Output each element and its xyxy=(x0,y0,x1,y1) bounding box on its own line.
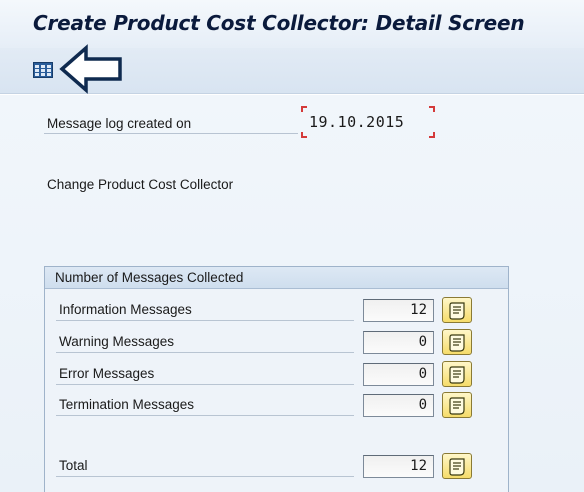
warning-messages-log-button[interactable] xyxy=(442,329,472,355)
warning-messages-label: Warning Messages xyxy=(56,332,354,353)
error-messages-label: Error Messages xyxy=(56,364,354,385)
grid-icon[interactable] xyxy=(33,62,53,78)
termination-messages-label: Termination Messages xyxy=(56,395,354,416)
total-messages-count: 12 xyxy=(363,455,434,478)
created-date-value: 19.10.2015 xyxy=(309,113,405,131)
information-messages-count: 12 xyxy=(363,299,434,322)
message-log-icon xyxy=(449,334,465,352)
message-log-icon xyxy=(449,366,465,384)
message-log-icon xyxy=(449,302,465,320)
message-log-icon xyxy=(449,458,465,476)
created-date-field[interactable]: 19.10.2015 xyxy=(301,106,435,138)
message-log-icon xyxy=(449,397,465,415)
error-messages-count: 0 xyxy=(363,363,434,386)
action-description: Change Product Cost Collector xyxy=(47,177,234,192)
warning-messages-count: 0 xyxy=(363,331,434,354)
total-messages-log-button[interactable] xyxy=(442,453,472,479)
information-messages-log-button[interactable] xyxy=(442,297,472,323)
termination-messages-log-button[interactable] xyxy=(442,392,472,418)
title-bar: Create Product Cost Collector: Detail Sc… xyxy=(0,0,584,48)
created-on-label: Message log created on xyxy=(44,116,298,134)
arrow-left-icon xyxy=(58,44,124,94)
messages-group-title: Number of Messages Collected xyxy=(45,267,508,289)
window-title: Create Product Cost Collector: Detail Sc… xyxy=(33,11,525,35)
total-messages-label: Total xyxy=(56,456,354,477)
termination-messages-count: 0 xyxy=(363,394,434,417)
error-messages-log-button[interactable] xyxy=(442,361,472,387)
information-messages-label: Information Messages xyxy=(56,300,354,321)
